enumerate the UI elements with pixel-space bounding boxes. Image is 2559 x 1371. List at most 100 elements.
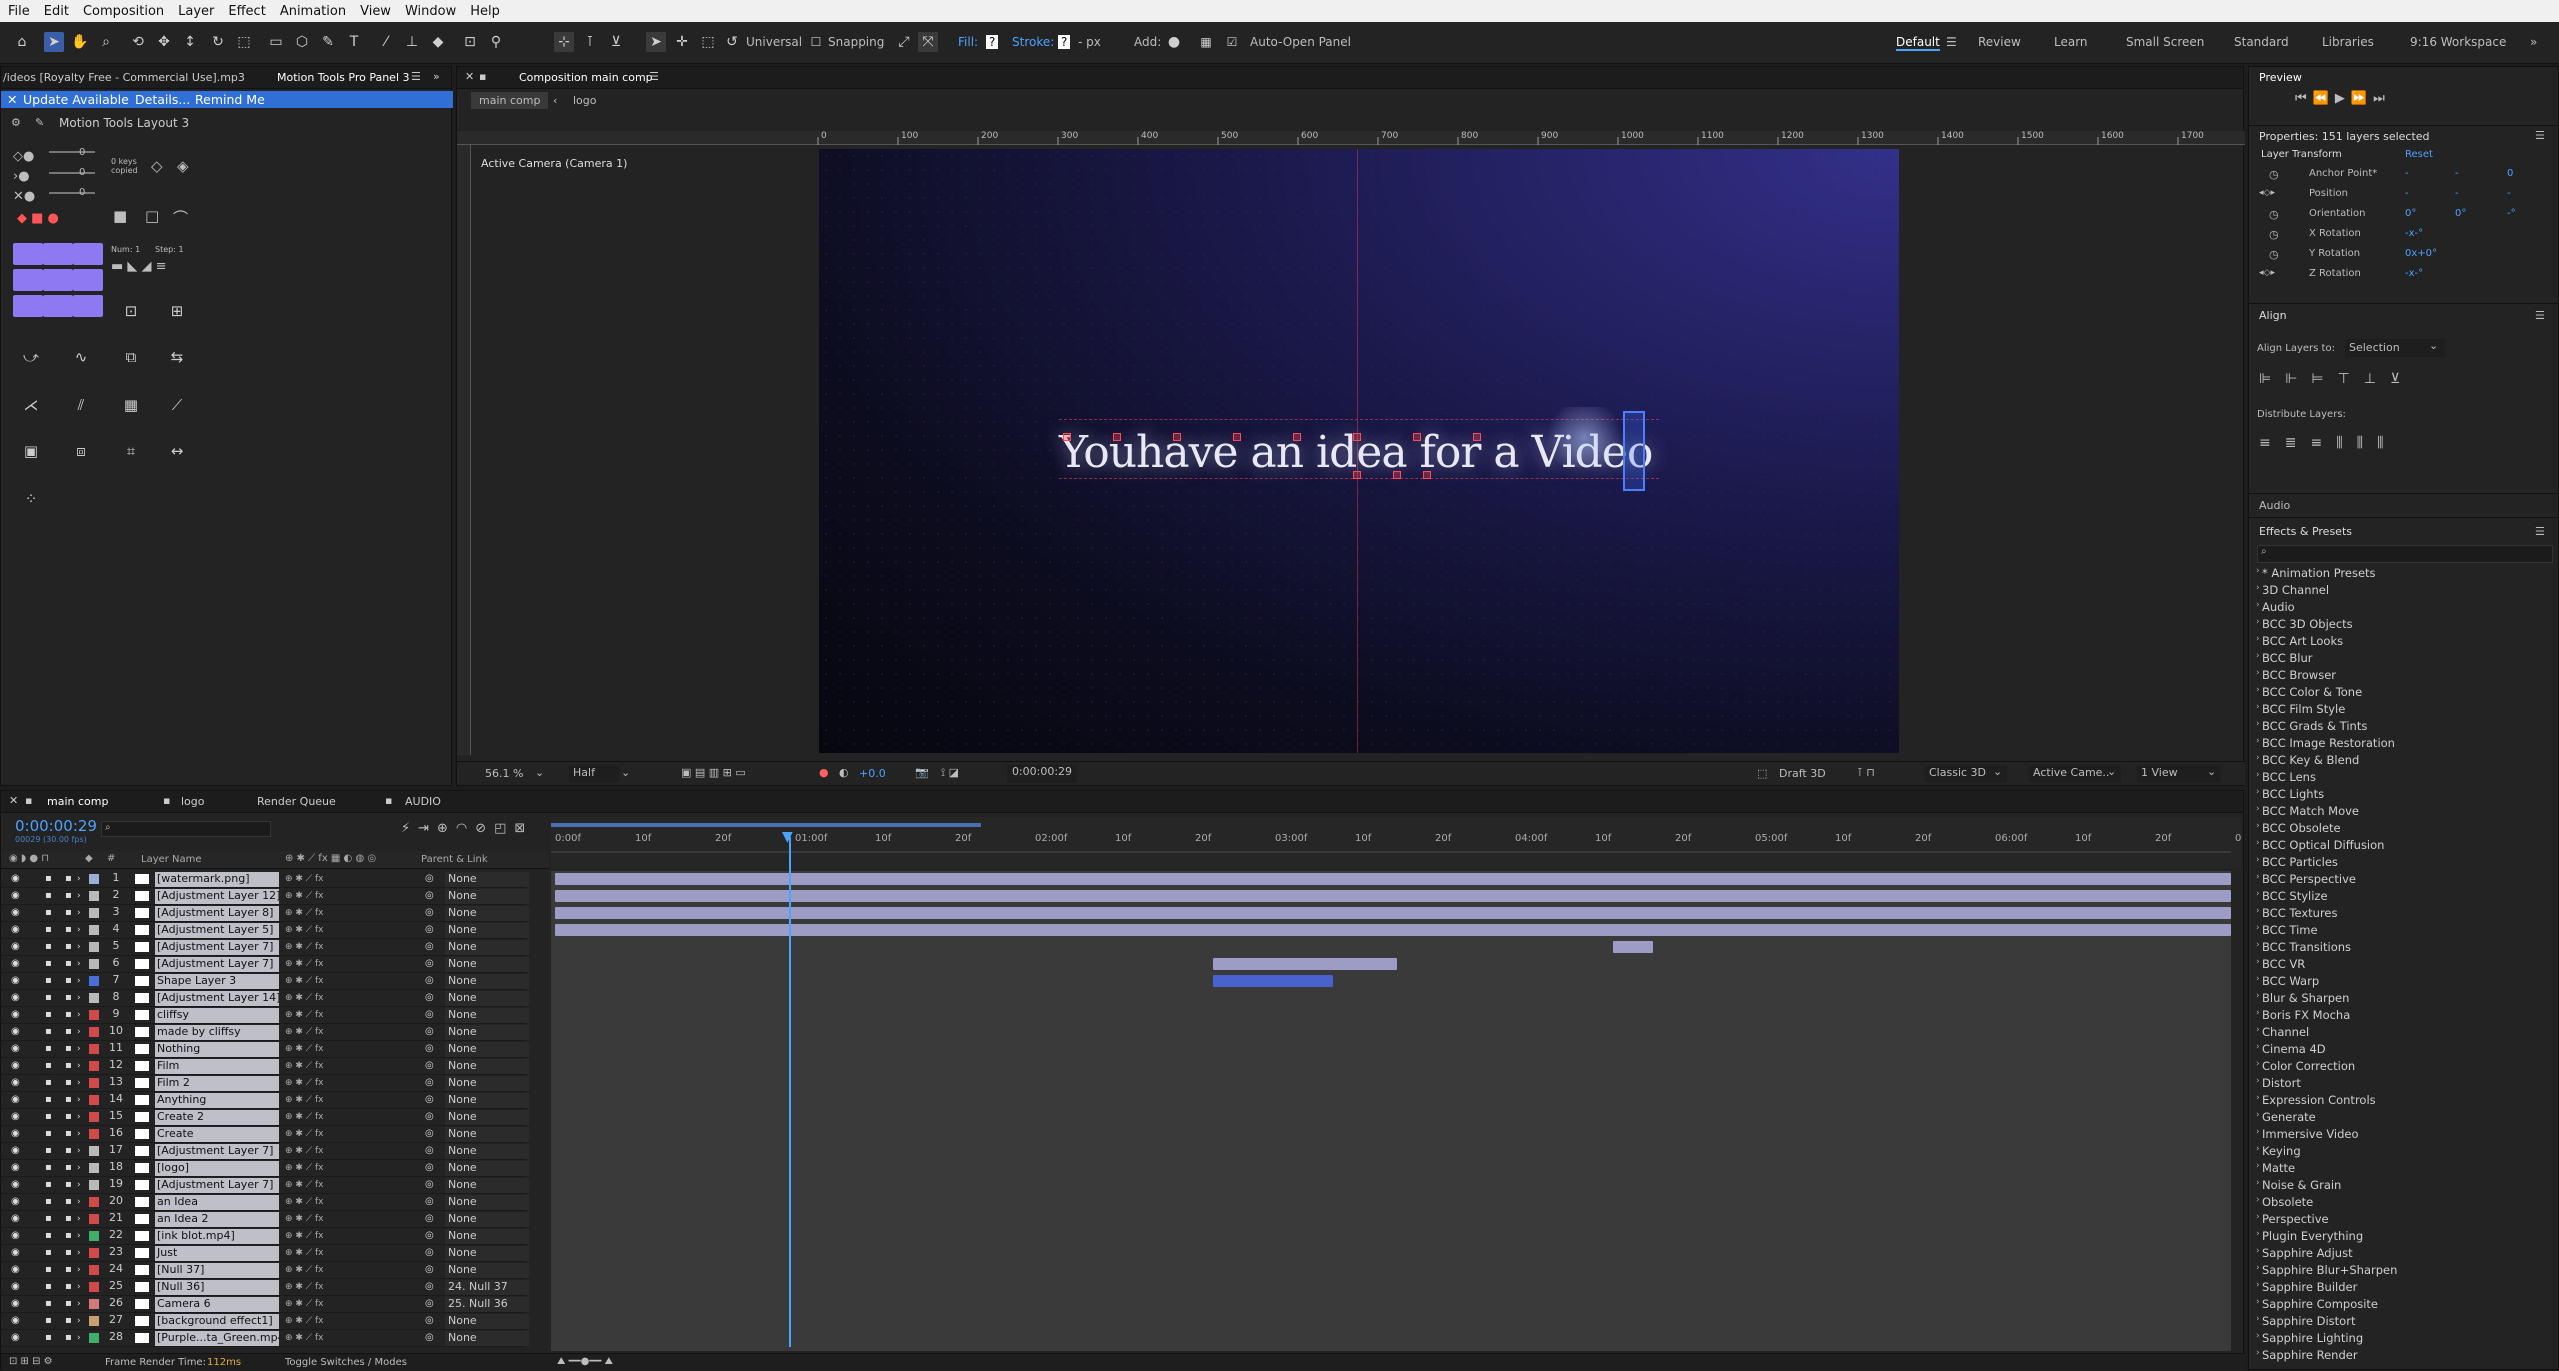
home-icon[interactable]: ⌂ <box>12 32 32 52</box>
solo-icon[interactable]: ▪ <box>45 942 55 952</box>
switches-header-icon[interactable]: ⊕ ✱ ⟋ fx ▦ ◐ ◍ ◎ <box>285 853 376 864</box>
layer-label-color[interactable] <box>89 874 99 884</box>
expand-chevron-icon[interactable]: › <box>2256 583 2260 593</box>
effect-category[interactable]: BCC Particles <box>2262 855 2338 869</box>
layer-label-color[interactable] <box>89 1078 99 1088</box>
effect-category[interactable]: BCC Transitions <box>2262 940 2351 954</box>
workspace-learn[interactable]: Learn <box>2054 35 2088 49</box>
toggle-switches-link[interactable]: Toggle Switches / Modes <box>285 1357 407 1368</box>
solo-icon[interactable]: ▪ <box>45 1333 55 1343</box>
parent-dropdown[interactable]: None <box>445 906 529 921</box>
snapping-checkbox[interactable]: ☐ <box>806 32 826 52</box>
layer-name[interactable]: [Null 37] <box>155 1263 279 1278</box>
solo-icon[interactable]: ▪ <box>45 1129 55 1139</box>
pickwhip-icon[interactable]: ◎ <box>425 942 435 952</box>
3d-rotate-icon[interactable]: ↺ <box>722 32 742 52</box>
pickwhip-icon[interactable]: ◎ <box>425 1316 435 1326</box>
effect-category[interactable]: BCC Color & Tone <box>2262 685 2362 699</box>
lock-icon[interactable]: ▪ <box>65 1265 75 1275</box>
expand-layer-icon[interactable]: › <box>77 1163 87 1173</box>
layer-label-color[interactable] <box>89 1146 99 1156</box>
pickwhip-icon[interactable]: ◎ <box>425 891 435 901</box>
footer-icons[interactable]: ⊡ ⊞ ⊟ ⚙ <box>9 1356 53 1367</box>
pickwhip-icon[interactable]: ◎ <box>425 1061 435 1071</box>
solo-icon[interactable]: ▪ <box>45 1078 55 1088</box>
3d-select-icon[interactable]: ➤ <box>646 32 666 52</box>
effect-category[interactable]: BCC Textures <box>2262 906 2338 920</box>
view-layout-chevron-icon[interactable]: ⌄ <box>2207 765 2216 778</box>
expand-chevron-icon[interactable]: › <box>2256 906 2260 916</box>
prop-anchor-v2[interactable]: - <box>2455 168 2459 179</box>
effect-category[interactable]: BCC Warp <box>2262 974 2319 988</box>
layer-label-color[interactable] <box>89 976 99 986</box>
expand-chevron-icon[interactable]: › <box>2256 872 2260 882</box>
expand-chevron-icon[interactable]: › <box>2256 1008 2260 1018</box>
fill-swatch[interactable]: ? <box>986 35 999 49</box>
parent-dropdown[interactable]: None <box>445 872 529 887</box>
prop-zrot-v1[interactable]: -x-° <box>2405 268 2423 279</box>
num-label[interactable]: Num: 1 <box>111 245 140 254</box>
layer-switches-icon[interactable]: ⊕ ✱ ⟋ fx <box>285 1163 405 1173</box>
layer-switches-icon[interactable]: ⊕ ✱ ⟋ fx <box>285 891 405 901</box>
solo-icon[interactable]: ▪ <box>45 1197 55 1207</box>
expand-chevron-icon[interactable]: › <box>2256 1348 2260 1358</box>
solo-icon[interactable]: ▪ <box>45 874 55 884</box>
layer-name[interactable]: [logo] <box>155 1161 279 1176</box>
zoom-dropdown-icon[interactable]: ⌄ <box>535 766 544 779</box>
parent-dropdown[interactable]: None <box>445 1042 529 1057</box>
visibility-eye-icon[interactable]: ◉ <box>11 1231 21 1241</box>
layer-row[interactable]: ◉ ▪ ▪ › 4 [Adjustment Layer 5] ⊕ ✱ ⟋ fx ◎ None <box>1 922 529 939</box>
layer-row[interactable]: ◉ ▪ ▪ › 21 an Idea 2 ⊕ ✱ ⟋ fx ◎ None <box>1 1211 529 1228</box>
layer-row[interactable]: ◉ ▪ ▪ › 9 cliffsy ⊕ ✱ ⟋ fx ◎ None <box>1 1007 529 1024</box>
pickwhip-icon[interactable]: ◎ <box>425 1214 435 1224</box>
resolution-chevron-icon[interactable]: ⌄ <box>621 766 630 779</box>
orbit-tool-icon[interactable]: ⟲ <box>128 32 148 52</box>
close-timeline-icon[interactable]: ✕ <box>9 794 18 807</box>
layer-row[interactable]: ◉ ▪ ▪ › 3 [Adjustment Layer 8] ⊕ ✱ ⟋ fx ◎ None <box>1 905 529 922</box>
align-top-right-button[interactable] <box>73 243 103 265</box>
layer-label-color[interactable] <box>89 1061 99 1071</box>
align-bottom-right-button[interactable] <box>73 295 103 317</box>
key-slider-3[interactable] <box>49 192 95 194</box>
solo-icon[interactable]: ▪ <box>45 1316 55 1326</box>
layer-label-color[interactable] <box>89 959 99 969</box>
menu-file[interactable]: File <box>8 4 30 19</box>
layer-label-color[interactable] <box>89 1112 99 1122</box>
parent-dropdown[interactable]: None <box>445 1263 529 1278</box>
layer-switches-icon[interactable]: ⊕ ✱ ⟋ fx <box>285 874 405 884</box>
handle-5[interactable] <box>1293 433 1301 441</box>
effect-category[interactable]: BCC Browser <box>2262 668 2336 682</box>
dolly-tool-icon[interactable]: ↕ <box>180 32 200 52</box>
layer-switches-icon[interactable]: ⊕ ✱ ⟋ fx <box>285 959 405 969</box>
ease-curve-icon[interactable]: ∿ <box>67 345 95 369</box>
layer-label-color[interactable] <box>89 1010 99 1020</box>
effect-category[interactable]: Audio <box>2262 600 2295 614</box>
effect-category[interactable]: Distort <box>2262 1076 2301 1090</box>
solo-icon[interactable]: ▪ <box>45 1112 55 1122</box>
rectangle-tool-icon[interactable]: ▭ <box>266 32 286 52</box>
effect-category[interactable]: BCC 3D Objects <box>2262 617 2353 631</box>
layer-switches-icon[interactable]: ⊕ ✱ ⟋ fx <box>285 1265 405 1275</box>
parent-dropdown[interactable]: 25. Null 36 <box>445 1297 529 1312</box>
layer-switches-icon[interactable]: ⊕ ✱ ⟋ fx <box>285 942 405 952</box>
keyframe-nav-icon[interactable]: ◂◇▸ <box>2259 188 2275 198</box>
anchor-icon[interactable]: ⊡ <box>117 299 145 323</box>
layer-name[interactable]: Create 2 <box>155 1110 279 1125</box>
visibility-eye-icon[interactable]: ◉ <box>11 874 21 884</box>
expand-chevron-icon[interactable]: › <box>2256 719 2260 729</box>
lock-icon[interactable]: ▪ <box>65 1299 75 1309</box>
expand-chevron-icon[interactable]: › <box>2256 787 2260 797</box>
layer-name[interactable]: [Adjustment Layer 5] <box>155 923 279 938</box>
expand-layer-icon[interactable]: › <box>77 1231 87 1241</box>
expand-chevron-icon[interactable]: › <box>2256 702 2260 712</box>
lock-icon[interactable]: ▪ <box>65 1282 75 1292</box>
parent-dropdown[interactable]: None <box>445 940 529 955</box>
pickwhip-icon[interactable]: ◎ <box>425 1027 435 1037</box>
layer-switches-icon[interactable]: ⊕ ✱ ⟋ fx <box>285 1180 405 1190</box>
effect-category[interactable]: Sapphire Builder <box>2262 1280 2357 1294</box>
lock-icon[interactable]: ▪ <box>65 1044 75 1054</box>
key-next-icon[interactable]: ›● <box>13 169 30 184</box>
visibility-eye-icon[interactable]: ◉ <box>11 1316 21 1326</box>
layer-name[interactable]: Camera 6 <box>155 1297 279 1312</box>
expand-chevron-icon[interactable]: › <box>2256 1161 2260 1171</box>
